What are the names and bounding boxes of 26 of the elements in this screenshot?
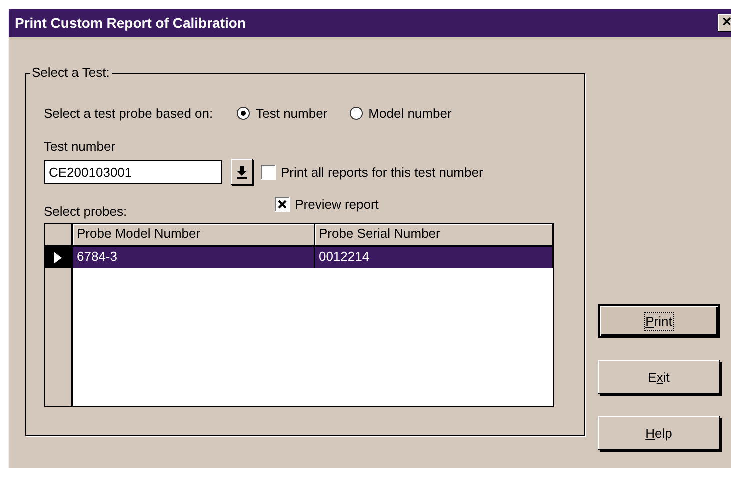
group-title: Select a Test: <box>30 65 112 80</box>
table-cell: 0012214 <box>314 247 553 268</box>
radio-label: Test number <box>256 106 328 121</box>
column-header[interactable]: Probe Model Number <box>73 224 315 245</box>
test-number-label: Test number <box>44 139 117 154</box>
action-button[interactable]: Help <box>598 416 720 450</box>
action-button[interactable]: Print <box>598 304 720 338</box>
checkbox[interactable] <box>261 164 276 180</box>
test-number-field[interactable]: CE200103001 <box>44 160 222 184</box>
window-title: Print Custom Report of Calibration <box>15 15 246 31</box>
column-header[interactable]: Probe Serial Number <box>314 224 553 245</box>
radio-button[interactable] <box>237 107 250 120</box>
download-arrow-icon <box>236 165 248 179</box>
pointer-icon <box>54 252 62 264</box>
radio-button[interactable] <box>350 107 363 120</box>
radio-label: Model number <box>368 106 452 121</box>
close-button[interactable]: × <box>718 14 731 32</box>
probes-label: Select probes: <box>44 204 128 219</box>
dropdown-button[interactable] <box>231 159 253 185</box>
checkbox-label: Preview report <box>295 197 379 212</box>
checkbox[interactable] <box>275 197 290 212</box>
row-indicator[interactable] <box>45 247 73 268</box>
checkbox-label: Print all reports for this test number <box>281 164 484 180</box>
basis-label: Select a test probe based on: <box>44 106 214 121</box>
table-cell: 6784-3 <box>73 247 315 268</box>
action-button[interactable]: Exit <box>598 360 720 394</box>
